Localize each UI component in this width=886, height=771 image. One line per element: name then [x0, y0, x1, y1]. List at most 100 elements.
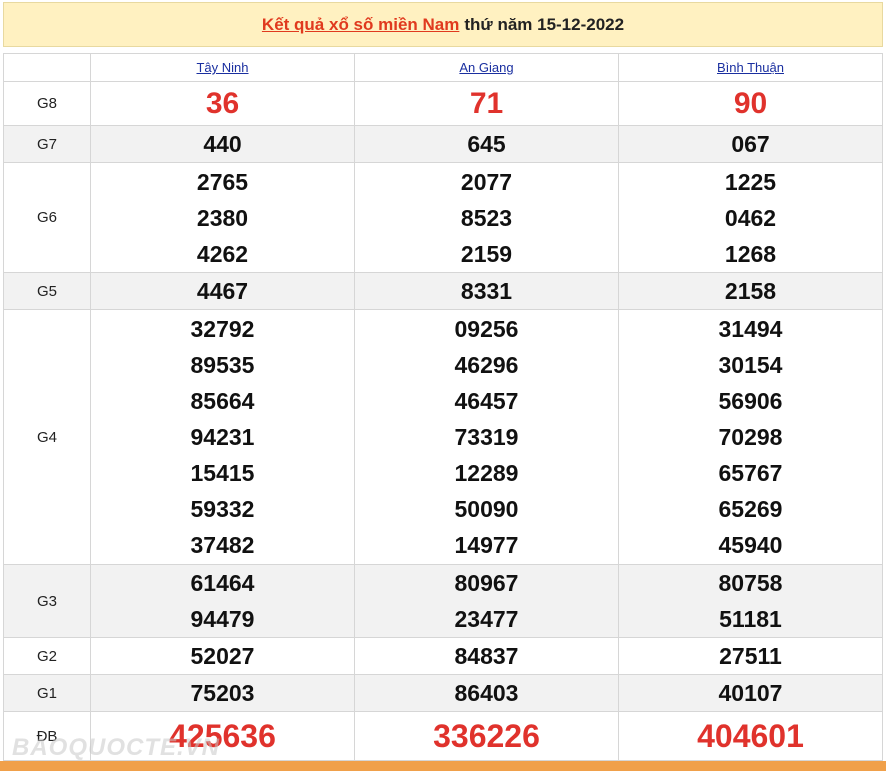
- prize-label: G5: [3, 272, 91, 310]
- prize-label: G7: [3, 125, 91, 163]
- prize-number: 2158: [724, 278, 777, 304]
- prize-cell: 86403: [354, 674, 619, 712]
- province-link-tay-ninh[interactable]: Tây Ninh: [196, 60, 248, 75]
- prize-cell: 2077 8523 2159: [354, 162, 619, 273]
- prize-cell: 067: [618, 125, 883, 163]
- prize-number: 2380: [196, 204, 249, 231]
- prize-number: 30154: [718, 352, 783, 378]
- prize-cell: 84837: [354, 637, 619, 675]
- prize-number: 59332: [190, 496, 255, 522]
- results-date: thứ năm 15-12-2022: [464, 14, 625, 34]
- prize-number: 0462: [724, 204, 777, 231]
- prize-cell: 36: [90, 81, 355, 126]
- prize-number: 80758: [718, 570, 783, 596]
- results-header: Kết quả xổ số miền Nam thứ năm 15-12-202…: [3, 2, 883, 47]
- prize-number: 1268: [724, 240, 777, 267]
- prize-cell: 75203: [90, 674, 355, 712]
- prize-label: G3: [3, 564, 91, 638]
- prize-number: 2159: [460, 240, 513, 267]
- prize-cell: 2158: [618, 272, 883, 310]
- prize-number: 8331: [460, 278, 513, 304]
- prize-number: 645: [467, 131, 506, 157]
- prize-cell: 09256 46296 46457 73319 12289 50090 14977: [354, 309, 619, 565]
- prize-cell: 71: [354, 81, 619, 126]
- prize-label: G6: [3, 162, 91, 273]
- prize-number: 52027: [190, 643, 255, 669]
- prize-cell: 8331: [354, 272, 619, 310]
- prize-number: 1225: [724, 168, 777, 195]
- prize-label: G1: [3, 674, 91, 712]
- prize-row: G3 61464 94479 80967 23477 80758 51181: [3, 564, 883, 638]
- prize-number: 56906: [718, 388, 783, 414]
- prize-cell: 31494 30154 56906 70298 65767 65269 45940: [618, 309, 883, 565]
- prize-row: G7 440 645 067: [3, 125, 883, 163]
- province-link-an-giang[interactable]: An Giang: [459, 60, 513, 75]
- prize-number: 27511: [719, 643, 782, 669]
- prize-number: 89535: [190, 352, 255, 378]
- prize-number: 45940: [718, 532, 783, 558]
- footer-bar: [0, 761, 886, 771]
- prize-number: 37482: [190, 532, 255, 558]
- prize-cell: 2765 2380 4262: [90, 162, 355, 273]
- prize-number: 73319: [454, 424, 519, 450]
- prize-number: 46457: [454, 388, 519, 414]
- results-table: Tây Ninh An Giang Bình Thuận G8 36 71 90 G7 4…: [3, 53, 883, 761]
- prize-label: G2: [3, 637, 91, 675]
- province-header: Tây Ninh: [90, 53, 355, 82]
- lottery-results-page: Kết quả xổ số miền Nam thứ năm 15-12-202…: [3, 2, 883, 761]
- prize-number: 51181: [719, 606, 782, 632]
- results-title-link[interactable]: Kết quả xổ số miền Nam: [262, 15, 459, 35]
- province-header: An Giang: [354, 53, 619, 82]
- prize-number: 71: [469, 86, 504, 120]
- prize-row: G1 75203 86403 40107: [3, 674, 883, 712]
- prize-cell: 32792 89535 85664 94231 15415 59332 37482: [90, 309, 355, 565]
- prize-number: 23477: [454, 606, 519, 632]
- prize-number: 36: [205, 86, 240, 120]
- prize-number: 90: [733, 86, 768, 120]
- prize-number: 84837: [454, 643, 519, 669]
- prize-number: 86403: [454, 680, 519, 706]
- prize-cell: 40107: [618, 674, 883, 712]
- prize-number: 61464: [190, 570, 255, 596]
- prize-cell: 52027: [90, 637, 355, 675]
- prize-cell: 27511: [618, 637, 883, 675]
- prize-number: 50090: [454, 496, 519, 522]
- prize-number: 65767: [718, 460, 783, 486]
- prize-cell: 4467: [90, 272, 355, 310]
- prize-cell: 1225 0462 1268: [618, 162, 883, 273]
- prize-cell: 80758 51181: [618, 564, 883, 638]
- prize-cell: 645: [354, 125, 619, 163]
- prize-row: G6 2765 2380 4262 2077 8523 2159 1225 0462 1268: [3, 162, 883, 273]
- prize-number: 31494: [718, 316, 783, 342]
- prize-number: 94479: [190, 606, 255, 632]
- prize-number: 404601: [697, 718, 804, 754]
- prize-cell: 61464 94479: [90, 564, 355, 638]
- prize-cell: 336226: [354, 711, 619, 761]
- prize-row: G8 36 71 90: [3, 81, 883, 126]
- prize-number: 65269: [718, 496, 783, 522]
- prize-number: 067: [731, 131, 770, 157]
- prize-label: G4: [3, 309, 91, 565]
- blank-header-cell: [3, 53, 91, 82]
- prize-number: 46296: [454, 352, 519, 378]
- prize-number: 8523: [460, 204, 513, 231]
- prize-number: 15415: [190, 460, 255, 486]
- province-header: Bình Thuận: [618, 53, 883, 82]
- prize-number: 4467: [196, 278, 249, 304]
- province-link-binh-thuan[interactable]: Bình Thuận: [717, 60, 784, 75]
- prize-number: 14977: [454, 532, 519, 558]
- province-header-row: Tây Ninh An Giang Bình Thuận: [3, 53, 883, 82]
- results-body: G8 36 71 90 G7 440 645 067 G6 2765 2380 4262 2077 852…: [3, 81, 883, 761]
- prize-number: 40107: [718, 680, 783, 706]
- prize-cell: 404601: [618, 711, 883, 761]
- prize-number: 12289: [454, 460, 519, 486]
- prize-row: G5 4467 8331 2158: [3, 272, 883, 310]
- prize-number: 32792: [190, 316, 255, 342]
- prize-number: 440: [203, 131, 242, 157]
- prize-number: 80967: [454, 570, 519, 596]
- prize-row: G2 52027 84837 27511: [3, 637, 883, 675]
- prize-number: 75203: [190, 680, 255, 706]
- prize-number: 2765: [196, 168, 249, 195]
- prize-cell: 80967 23477: [354, 564, 619, 638]
- prize-cell: 90: [618, 81, 883, 126]
